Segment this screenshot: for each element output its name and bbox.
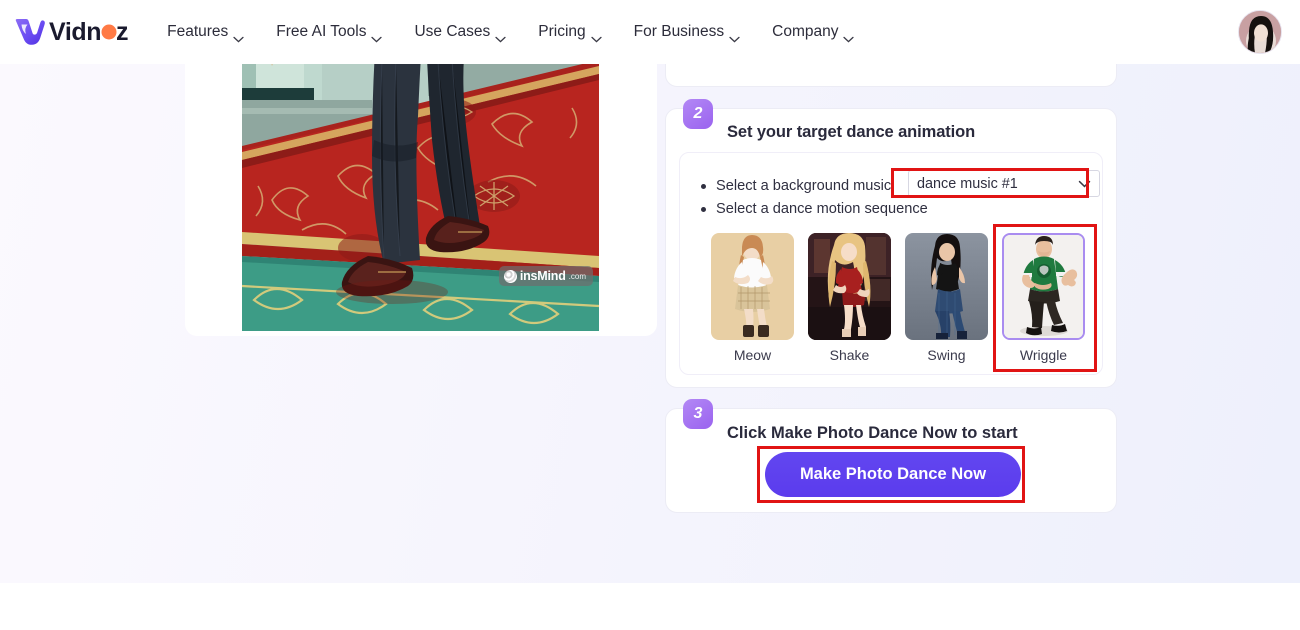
motion-thumbnail-label: Wriggle [1019, 347, 1068, 363]
page-root: Vidnoz Features Free AI Tools Use Cases [0, 0, 1300, 630]
motion-thumbnail-label: Meow [733, 347, 772, 363]
step3-number-badge: 3 [683, 399, 713, 429]
motion-thumbnail-image [1002, 233, 1085, 340]
nav-item-label: For Business [633, 23, 725, 40]
chevron-down-icon [233, 30, 244, 42]
insmind-logo-icon [503, 269, 517, 283]
bullet-select-dance-motion: Select a dance motion sequence [701, 201, 928, 217]
motion-thumbnail-image [711, 233, 794, 340]
chevron-down-icon [495, 30, 506, 42]
nav-item-pricing[interactable]: Pricing [522, 17, 617, 47]
motion-thumbnail-label: Shake [829, 347, 870, 363]
chevron-down-icon [371, 30, 383, 42]
nav-item-label: Company [772, 23, 839, 40]
vidnoz-v-logo-icon [10, 13, 48, 51]
nav-item-label: Free AI Tools [276, 23, 367, 40]
motion-thumbnail-image [905, 233, 988, 340]
bullet-label: Select a dance motion sequence [716, 201, 928, 217]
nav-item-label: Use Cases [414, 23, 491, 40]
music-select-value: dance music #1 [917, 175, 1018, 192]
bullet-select-background-music: Select a background music [701, 178, 891, 194]
nav-item-label: Features [167, 23, 229, 40]
brand-logo[interactable]: Vidnoz [10, 12, 129, 52]
watermark-text: insMind [519, 269, 566, 283]
bullet-label: Select a background music [716, 178, 892, 194]
bullet-dot-icon [701, 206, 706, 212]
step2-title: Set your target dance animation [727, 123, 976, 141]
step2-number-badge: 2 [683, 99, 713, 129]
bullet-dot-icon [701, 183, 706, 189]
motion-thumbnail-shake[interactable]: Shake [808, 233, 891, 363]
chevron-down-icon [591, 30, 602, 42]
nav-item-label: Pricing [538, 23, 586, 40]
motion-thumbnail-wriggle[interactable]: Wriggle [1002, 233, 1085, 363]
nav-item-use-cases[interactable]: Use Cases [398, 17, 522, 47]
chevron-down-icon [843, 30, 855, 42]
dance-motion-thumbnails: Meow Shake Swing Wriggle [711, 233, 1085, 363]
nav-item-company[interactable]: Company [756, 17, 870, 47]
insmind-watermark: insMind .com [498, 266, 593, 286]
nav-items: Features Free AI Tools Use Cases Pricing [151, 17, 870, 47]
make-photo-dance-now-button[interactable]: Make Photo Dance Now [765, 452, 1021, 497]
nav-item-features[interactable]: Features [151, 17, 260, 47]
chevron-down-icon [1078, 176, 1091, 192]
motion-thumbnail-image [808, 233, 891, 340]
music-select[interactable]: dance music #1 [908, 170, 1100, 197]
motion-thumbnail-swing[interactable]: Swing [905, 233, 988, 363]
step2-card: 2 Set your target dance animation Select… [665, 99, 1117, 388]
watermark-suffix: .com [568, 271, 586, 281]
top-navigation-bar: Vidnoz Features Free AI Tools Use Cases [0, 0, 1300, 64]
nav-item-free-ai-tools[interactable]: Free AI Tools [260, 17, 398, 47]
nav-item-for-business[interactable]: For Business [618, 17, 756, 47]
chevron-down-icon [729, 30, 740, 42]
step3-card: 3 Click Make Photo Dance Now to start Ma… [665, 399, 1117, 513]
user-avatar[interactable] [1238, 10, 1282, 54]
brand-name: Vidnoz [49, 17, 129, 46]
motion-thumbnail-label: Swing [927, 347, 966, 363]
step3-title: Click Make Photo Dance Now to start [727, 424, 1018, 442]
motion-thumbnail-meow[interactable]: Meow [711, 233, 794, 363]
step2-inner-panel: Select a background music Select a dance… [679, 152, 1103, 375]
